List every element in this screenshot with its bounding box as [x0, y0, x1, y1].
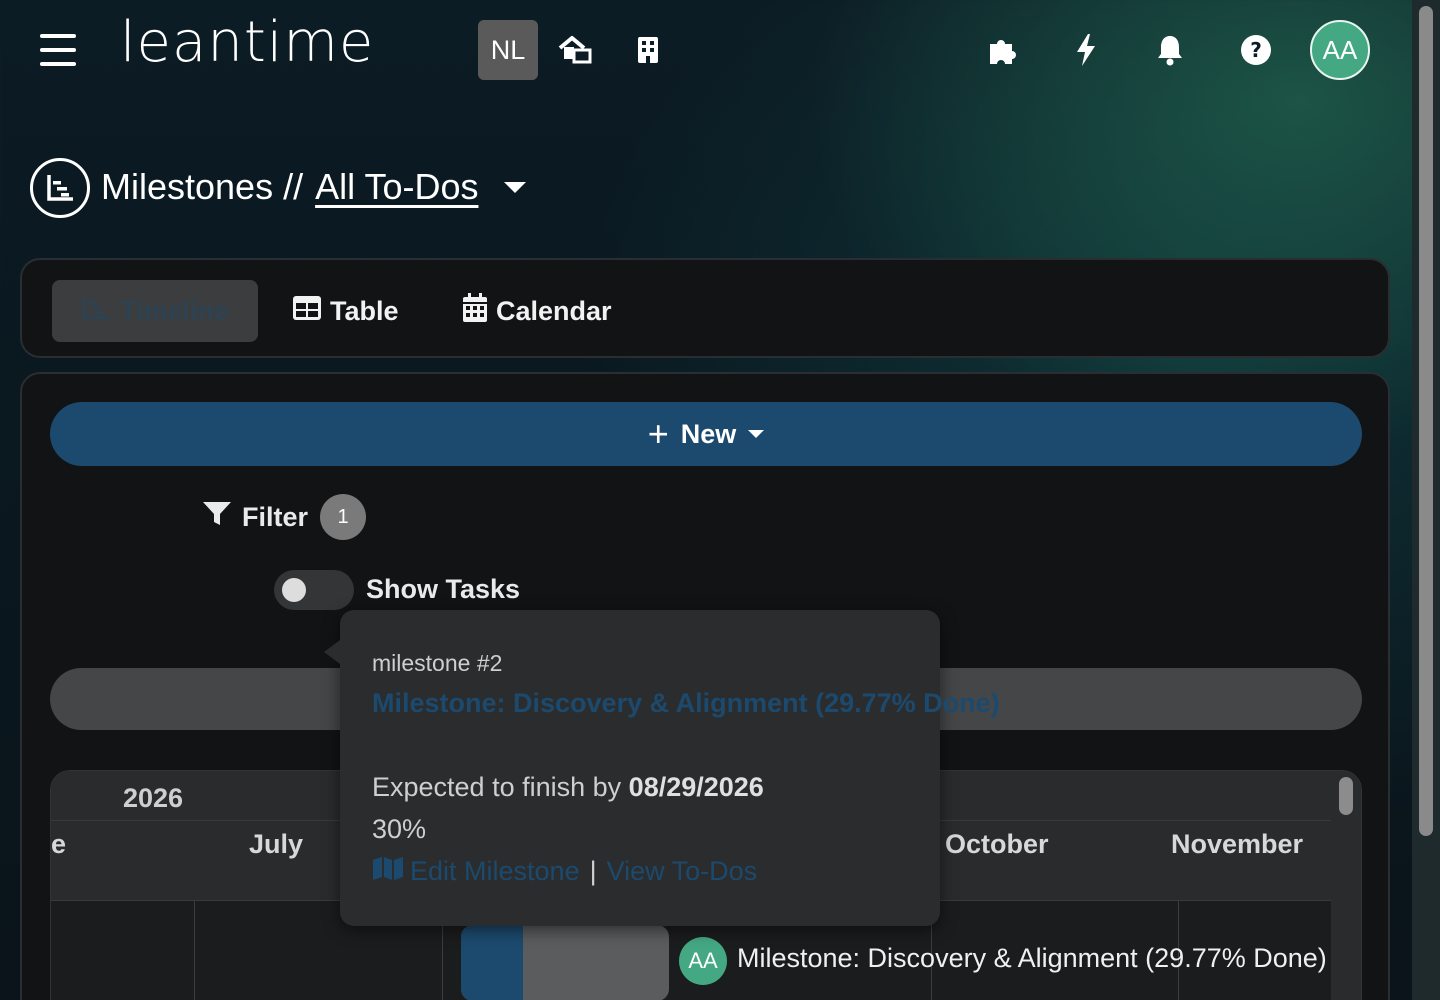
view-tabs: Timeline Table Calendar — [20, 258, 1390, 358]
new-button[interactable]: + New — [50, 402, 1362, 466]
show-tasks-label: Show Tasks — [366, 574, 521, 604]
leantime-logo[interactable]: leantime — [120, 10, 374, 75]
tooltip-arrow — [324, 640, 340, 664]
gantt-year: 2026 — [123, 783, 184, 813]
chevron-down-icon — [748, 430, 765, 438]
page-scrollbar[interactable] — [1412, 0, 1440, 1000]
tab-table[interactable]: Table — [292, 280, 399, 342]
view-selector-link[interactable]: All To-Dos — [315, 166, 478, 208]
tooltip-actions: Edit Milestone | View To-Dos — [372, 856, 757, 887]
gantt-scrollbar-thumb[interactable] — [1339, 777, 1353, 815]
new-button-label: New — [680, 418, 737, 449]
link-separator: | — [589, 856, 597, 886]
gantt-month: e — [51, 829, 67, 859]
map-icon — [372, 856, 404, 887]
tab-timeline[interactable]: Timeline — [52, 280, 258, 342]
page-scrollbar-thumb[interactable] — [1419, 6, 1433, 836]
page-title-text: Milestones — [101, 166, 274, 207]
gantt-month: July — [249, 829, 304, 859]
project-badge[interactable]: NL — [478, 20, 538, 80]
milestone-avatar: AA — [679, 937, 727, 985]
expected-date: 08/29/2026 — [628, 772, 764, 802]
puzzle-icon[interactable] — [982, 30, 1022, 70]
toggle-knob — [282, 578, 306, 602]
tooltip-milestone-link[interactable]: Milestone: Discovery & Alignment (29.77%… — [372, 688, 1000, 719]
plus-icon: + — [647, 413, 669, 454]
timeline-icon — [82, 296, 112, 327]
expected-prefix: Expected to finish by — [372, 772, 622, 802]
tab-table-label: Table — [330, 295, 399, 326]
milestone-bar[interactable] — [461, 925, 669, 1000]
filter-count-badge: 1 — [320, 494, 367, 540]
user-avatar[interactable]: AA — [1310, 20, 1370, 80]
tab-calendar-label: Calendar — [496, 295, 612, 326]
tooltip-heading: milestone #2 — [372, 650, 503, 676]
title-separator: // — [283, 166, 304, 207]
milestone-tooltip: milestone #2 Milestone: Discovery & Alig… — [324, 610, 1000, 926]
table-icon — [292, 295, 322, 328]
building-icon[interactable] — [628, 30, 668, 70]
edit-milestone-link[interactable]: Edit Milestone — [410, 856, 580, 887]
tooltip-expected: Expected to finish by 08/29/2026 — [372, 772, 764, 803]
svg-text:?: ? — [1250, 38, 1262, 62]
page-title: Milestones // All To-Dos — [101, 166, 527, 208]
home-switch-icon[interactable] — [556, 30, 596, 70]
milestone-progress-fill — [461, 925, 524, 1000]
gantt-gridline — [194, 901, 195, 1000]
tab-calendar[interactable]: Calendar — [462, 280, 612, 342]
view-todos-link[interactable]: View To-Dos — [607, 856, 758, 887]
milestone-label[interactable]: Milestone: Discovery & Alignment (29.77%… — [737, 943, 1327, 974]
filter-icon — [202, 501, 232, 534]
menu-toggle-icon[interactable] — [40, 34, 76, 66]
help-icon[interactable]: ? — [1236, 30, 1276, 70]
chevron-down-icon[interactable] — [504, 181, 527, 193]
milestone-timeline-icon — [30, 158, 90, 218]
tab-timeline-label: Timeline — [120, 295, 230, 326]
bell-icon[interactable] — [1150, 30, 1190, 70]
calendar-icon — [462, 292, 488, 330]
filter-label: Filter — [242, 501, 309, 532]
gantt-month: October — [945, 829, 1049, 859]
tooltip-percent: 30% — [372, 814, 427, 844]
filter-button[interactable]: Filter 1 — [202, 494, 367, 540]
gantt-month: November — [1171, 829, 1304, 859]
gantt-scrollbar[interactable] — [1331, 771, 1361, 1000]
show-tasks-toggle[interactable] — [274, 570, 354, 610]
bolt-icon[interactable] — [1066, 30, 1106, 70]
